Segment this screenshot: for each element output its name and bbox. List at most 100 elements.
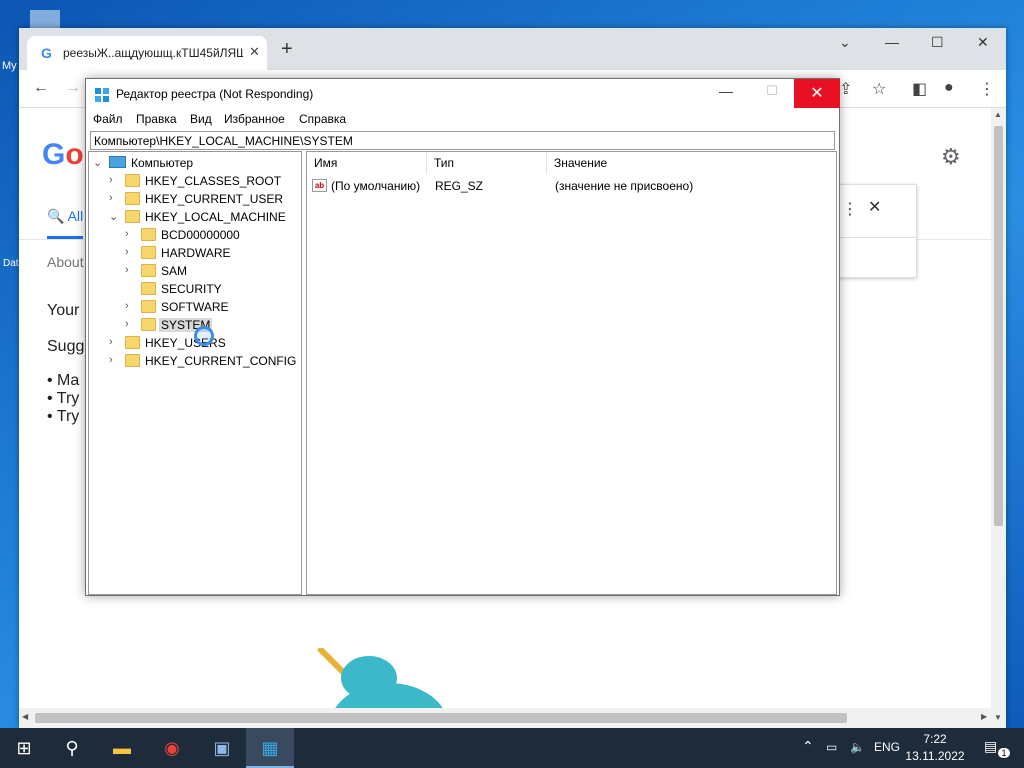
chrome-menu-icon[interactable]: ⋮ xyxy=(979,79,995,99)
scroll-down-icon[interactable]: ▼ xyxy=(994,713,1002,722)
start-button[interactable]: ⊞ xyxy=(0,728,48,768)
more-options-icon[interactable]: ⋮ xyxy=(842,199,858,219)
list-item: • Try xyxy=(47,390,80,407)
menu-edit[interactable]: Правка xyxy=(136,112,177,126)
network-app-icon[interactable]: ▣ xyxy=(198,728,246,768)
expand-icon[interactable]: › xyxy=(109,174,119,186)
vertical-scrollbar[interactable]: ▲ ▼ xyxy=(991,108,1006,728)
expand-icon[interactable]: › xyxy=(125,264,135,276)
google-favicon-icon: G xyxy=(41,45,52,61)
share-icon[interactable]: ⇪ xyxy=(839,79,852,99)
value-name: (По умолчанию) xyxy=(331,179,421,193)
scroll-left-icon[interactable]: ◀ xyxy=(22,712,28,721)
folder-icon xyxy=(125,192,140,205)
tree-item-label: HKEY_CLASSES_ROOT xyxy=(145,174,282,188)
results-about: About xyxy=(47,254,84,270)
scroll-thumb[interactable] xyxy=(35,713,847,723)
collapse-icon[interactable]: ⌄ xyxy=(109,210,119,223)
folder-icon xyxy=(141,264,156,277)
folder-icon xyxy=(141,300,156,313)
illustration xyxy=(316,648,443,708)
scroll-right-icon[interactable]: ▶ xyxy=(981,712,987,721)
value-type: REG_SZ xyxy=(435,179,484,193)
expand-icon[interactable]: › xyxy=(109,192,119,204)
tray-chevron-icon[interactable]: ⌃ xyxy=(802,738,814,755)
clock-time: 7:22 xyxy=(923,732,947,746)
tree-item-label: HARDWARE xyxy=(161,246,231,260)
scroll-up-icon[interactable]: ▲ xyxy=(994,110,1002,119)
expand-icon[interactable]: › xyxy=(125,228,135,240)
side-panel-icon[interactable]: ◧ xyxy=(912,79,927,99)
busy-cursor-icon xyxy=(194,326,214,346)
new-tab-button[interactable]: + xyxy=(281,39,293,59)
expand-icon[interactable]: › xyxy=(125,318,135,330)
bookmark-star-icon[interactable]: ☆ xyxy=(872,79,886,99)
menu-help[interactable]: Справка xyxy=(299,112,346,126)
volume-icon[interactable]: 🔈 xyxy=(850,740,865,754)
search-icon[interactable]: ⚲ xyxy=(48,728,96,768)
expand-icon[interactable]: › xyxy=(125,246,135,258)
tree-item-label: HKEY_CURRENT_CONFIG xyxy=(145,354,297,368)
regedit-taskbar-icon[interactable]: ▦ xyxy=(246,728,294,768)
tab-search-icon[interactable]: ⌄ xyxy=(839,34,851,51)
tab-title: реезыЖ..ащдуюшщ.кТШ45йЛЯШ xyxy=(63,46,243,60)
tree-item-label: Компьютер xyxy=(131,156,194,170)
minimize-button[interactable]: — xyxy=(716,83,736,99)
collapse-icon[interactable]: ⌄ xyxy=(93,156,103,169)
folder-icon xyxy=(125,210,140,223)
notification-icon[interactable]: ▤ xyxy=(984,738,997,755)
network-icon[interactable]: ▭ xyxy=(826,740,837,754)
settings-gear-icon[interactable]: ⚙ xyxy=(941,144,961,170)
value-data: (значение не присвоено) xyxy=(555,179,694,193)
tree-item-label: HKEY_CURRENT_USER xyxy=(145,192,284,206)
chrome-minimize-button[interactable]: — xyxy=(885,34,899,50)
folder-icon xyxy=(141,246,156,259)
chrome-tabstrip: G реезыЖ..ащдуюшщ.кТШ45йЛЯШ ✕ + ⌄ — ☐ ✕ xyxy=(19,28,1006,70)
popup-close-icon[interactable]: ✕ xyxy=(868,197,881,217)
chrome-icon[interactable]: ◉ xyxy=(148,728,196,768)
chrome-close-button[interactable]: ✕ xyxy=(977,34,989,51)
scroll-thumb[interactable] xyxy=(994,126,1003,526)
regedit-app-icon xyxy=(95,88,109,102)
forward-arrow-icon[interactable]: → xyxy=(65,79,81,97)
tree-item-label: HKEY_LOCAL_MACHINE xyxy=(145,210,286,224)
tree-item-label: BCD00000000 xyxy=(161,228,240,242)
chrome-maximize-button[interactable]: ☐ xyxy=(931,34,944,51)
menu-view[interactable]: Вид xyxy=(190,112,212,126)
menu-file[interactable]: Файл xyxy=(93,112,123,126)
folder-icon xyxy=(125,174,140,187)
column-header-type[interactable]: Тип xyxy=(427,152,547,174)
expand-icon[interactable]: › xyxy=(125,300,135,312)
result-text: Your xyxy=(47,302,80,319)
menu-favorites[interactable]: Избранное xyxy=(224,112,285,126)
column-header-name[interactable]: Имя xyxy=(307,152,427,174)
values-list: Имя Тип Значение ab (По умолчанию) REG_S… xyxy=(306,151,837,595)
horizontal-scrollbar[interactable]: ◀ ▶ xyxy=(19,708,991,728)
clock[interactable]: 7:22 13.11.2022 xyxy=(900,731,970,765)
address-bar[interactable]: Компьютер\HKEY_LOCAL_MACHINE\SYSTEM xyxy=(90,131,835,150)
registry-tree: ⌄ Компьютер › HKEY_CLASSES_ROOT › HKEY_C… xyxy=(88,151,302,595)
close-button[interactable]: ✕ xyxy=(794,79,840,108)
folder-icon xyxy=(141,228,156,241)
title-bar[interactable]: Редактор реестра (Not Responding) — ☐ ✕ xyxy=(86,79,840,109)
profile-avatar-icon[interactable]: ● xyxy=(944,79,954,97)
folder-icon xyxy=(141,282,156,295)
folder-icon xyxy=(125,336,140,349)
expand-icon[interactable]: › xyxy=(109,354,119,366)
expand-icon[interactable]: › xyxy=(109,336,119,348)
result-text: Sugg xyxy=(47,338,85,355)
tree-item-label: SAM xyxy=(161,264,188,278)
maximize-button[interactable]: ☐ xyxy=(762,83,782,99)
window-title: Редактор реестра (Not Responding) xyxy=(116,87,314,101)
tab-all[interactable]: 🔍 All xyxy=(47,208,83,225)
list-item: • Try xyxy=(47,408,80,425)
tab-close-icon[interactable]: ✕ xyxy=(249,44,260,60)
popup-card: ⋮ ✕ xyxy=(837,184,918,278)
back-arrow-icon[interactable]: ← xyxy=(33,79,49,97)
taskbar: ⊞ ⚲ ▬ ◉ ▣ ▦ ⌃ ▭ 🔈 ENG 7:22 13.11.2022 ▤ … xyxy=(0,728,1024,768)
menu-bar: Файл Правка Вид Избранное Справка xyxy=(86,109,839,129)
column-header-value[interactable]: Значение xyxy=(547,152,836,174)
language-indicator[interactable]: ENG xyxy=(874,740,900,754)
file-explorer-icon[interactable]: ▬ xyxy=(98,728,146,768)
chrome-tab[interactable]: G реезыЖ..ащдуюшщ.кТШ45йЛЯШ ✕ xyxy=(27,36,267,70)
